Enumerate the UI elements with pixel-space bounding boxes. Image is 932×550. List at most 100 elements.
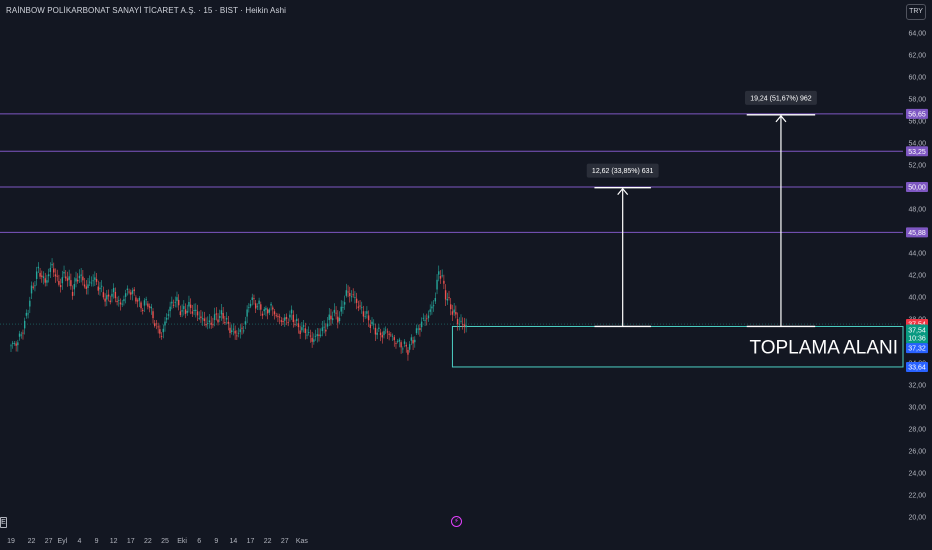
candle-body <box>29 300 31 307</box>
candle-body <box>181 310 183 312</box>
candle-body <box>208 320 211 323</box>
candle-body <box>448 297 450 299</box>
candle-body <box>396 340 399 342</box>
candle-body <box>328 314 330 321</box>
x-tick-label: Eki <box>177 538 187 545</box>
candle-body <box>316 334 318 336</box>
candle-body <box>95 278 98 282</box>
measure-label: 12,62 (33,85%) 631 <box>592 168 654 175</box>
candle-body <box>20 334 22 336</box>
candle-body <box>23 320 26 329</box>
candle-body <box>47 274 50 277</box>
accumulation-zone-label: TOPLAMA ALANI <box>749 337 898 358</box>
candle-body <box>330 315 332 320</box>
candle-body <box>424 319 426 321</box>
resistance-price-tag: 45,88 <box>908 230 926 237</box>
x-tick-label: 19 <box>7 538 15 545</box>
candle-body <box>49 267 52 272</box>
candle-body <box>80 274 82 276</box>
candle-body <box>304 328 306 334</box>
candle-body <box>239 329 241 333</box>
candle-body <box>203 318 206 322</box>
y-tick-label: 32,00 <box>908 383 926 390</box>
candle-body <box>367 315 370 321</box>
candle-body <box>347 291 349 293</box>
candle-body <box>242 330 245 332</box>
resistance-price-tag: 56,65 <box>908 111 926 118</box>
candle-body <box>357 306 360 308</box>
candle-body <box>456 319 459 325</box>
y-tick-label: 28,00 <box>908 427 926 434</box>
candle-body <box>287 322 289 324</box>
currency-button[interactable]: TRY <box>906 4 926 20</box>
candle-body <box>261 313 264 316</box>
candle-body <box>104 298 106 302</box>
candle-body <box>388 333 390 335</box>
candle-body <box>22 332 24 334</box>
x-tick-label: 22 <box>264 538 272 545</box>
candle-body <box>106 295 108 300</box>
candle-body <box>164 321 166 326</box>
candle-body <box>438 271 440 275</box>
candle-body <box>189 304 192 308</box>
candle-body <box>32 286 34 288</box>
candle-body <box>18 333 21 337</box>
candle-body <box>333 309 336 313</box>
x-tick-label: Kas <box>296 538 309 545</box>
candle-body <box>325 329 327 332</box>
candle-body <box>222 313 224 319</box>
lightning-icon[interactable]: ⚡ <box>451 516 462 527</box>
accumulation-zone: TOPLAMA ALANI <box>451 325 904 368</box>
candle-body <box>172 304 175 306</box>
earnings-e-badge[interactable]: E <box>0 517 7 528</box>
candle-body <box>395 343 397 344</box>
candle-body <box>453 309 455 313</box>
price-labels: 56,6553,2550,0045,8837,5437,5410:3637,32… <box>906 108 928 372</box>
price-chart[interactable]: TOPLAMA ALANI 12,62 (33,85%) 631 19,24 (5… <box>0 0 932 550</box>
candle-body <box>51 263 53 266</box>
candle-body <box>201 318 204 320</box>
y-tick-label: 20,00 <box>908 515 926 522</box>
candle-body <box>68 276 70 280</box>
candle-body <box>152 311 154 319</box>
candle-body <box>335 312 337 314</box>
candle-body <box>136 300 139 302</box>
candle-body <box>87 284 89 288</box>
candle-body <box>229 327 231 334</box>
x-tick-label: 22 <box>28 538 36 545</box>
candle-body <box>308 332 310 333</box>
candle-body <box>140 302 142 309</box>
candle-body <box>143 300 146 306</box>
resistance-price-tag: 50,00 <box>908 185 926 192</box>
candle-body <box>465 325 467 328</box>
candle-body <box>436 279 438 290</box>
current-price-tag: 37,54 <box>908 328 926 335</box>
x-tick-label: 27 <box>281 538 289 545</box>
y-tick-label: 40,00 <box>908 295 926 302</box>
candle-body <box>205 324 207 326</box>
candle-body <box>398 339 401 342</box>
candle-body <box>142 309 144 311</box>
candle-body <box>265 307 267 310</box>
candle-body <box>366 311 368 314</box>
candle-body <box>429 309 431 312</box>
candle-body <box>379 332 382 335</box>
x-tick-label: 22 <box>144 538 152 545</box>
candle-body <box>196 311 199 316</box>
candle-body <box>272 307 274 310</box>
candle-body <box>364 316 366 318</box>
candle-body <box>256 306 259 308</box>
candle-body <box>25 312 28 316</box>
candle-body <box>266 309 269 314</box>
candle-body <box>124 293 127 297</box>
candle-body <box>231 330 233 333</box>
candle-body <box>210 322 212 325</box>
candle-body <box>306 334 308 336</box>
candle-body <box>311 337 313 342</box>
candle-body <box>321 327 324 332</box>
candle-body <box>460 320 462 322</box>
y-tick-label: 24,00 <box>908 471 926 478</box>
candle-body <box>177 299 180 306</box>
candle-body <box>195 309 197 311</box>
candle-body <box>102 292 105 298</box>
